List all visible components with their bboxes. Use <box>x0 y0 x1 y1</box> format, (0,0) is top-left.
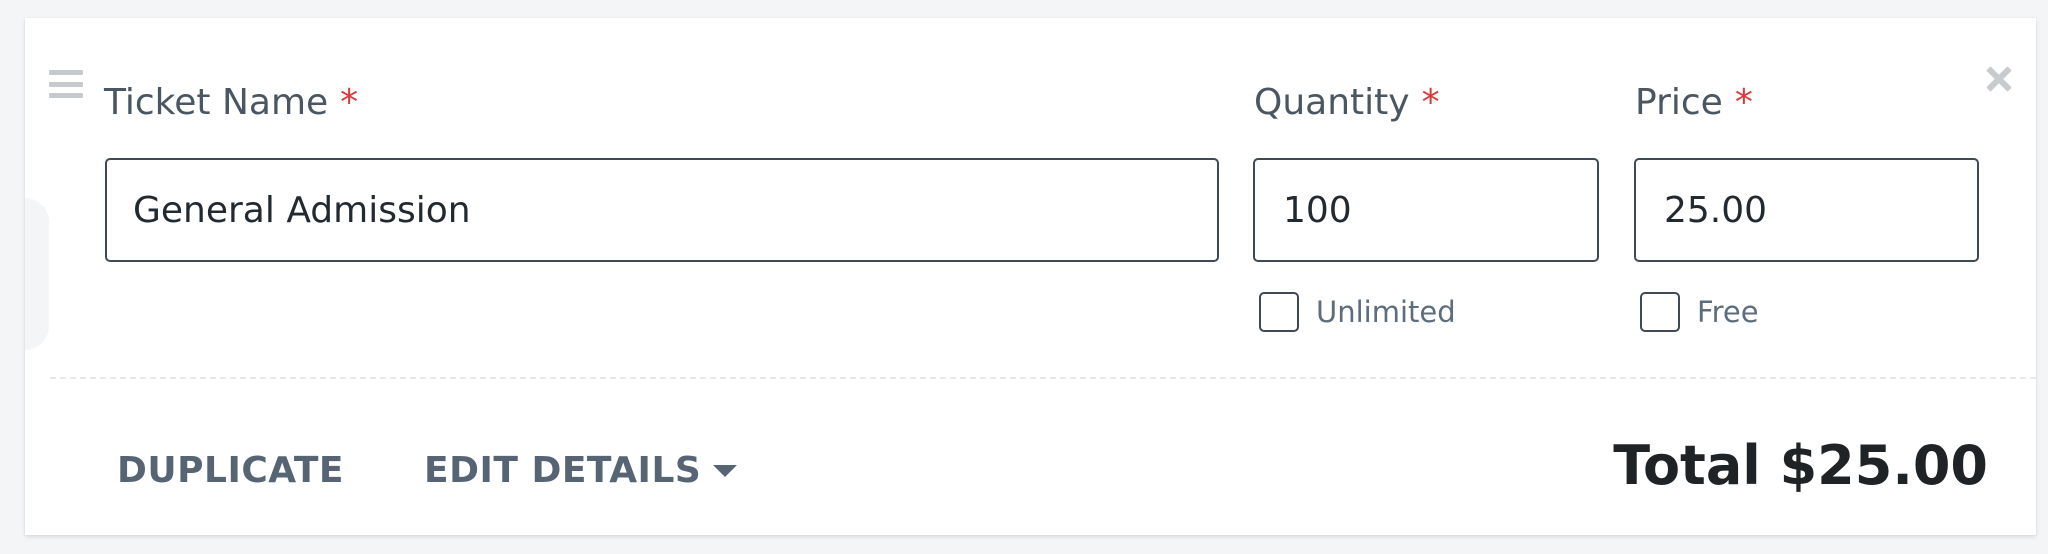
caret-down-icon <box>713 464 738 477</box>
close-icon[interactable] <box>1984 64 2014 94</box>
required-mark: * <box>1734 82 1753 123</box>
edit-details-button[interactable]: EDIT DETAILS <box>424 450 738 491</box>
section-divider <box>50 377 2036 379</box>
total-amount: Total $25.00 <box>1613 434 1988 497</box>
required-mark: * <box>340 82 359 123</box>
card-notch <box>25 198 49 350</box>
duplicate-button[interactable]: DUPLICATE <box>117 450 344 491</box>
price-value: 25.00 <box>1664 189 1768 231</box>
unlimited-checkbox[interactable] <box>1259 292 1299 332</box>
free-label[interactable]: Free <box>1697 293 1759 331</box>
price-label: Price * <box>1635 82 1753 123</box>
unlimited-label[interactable]: Unlimited <box>1316 293 1456 331</box>
drag-handle-icon[interactable] <box>49 70 83 98</box>
quantity-label-text: Quantity <box>1254 82 1410 123</box>
edit-details-label: EDIT DETAILS <box>424 450 702 491</box>
required-mark: * <box>1421 82 1440 123</box>
price-input[interactable]: 25.00 <box>1634 158 1979 262</box>
quantity-value: 100 <box>1283 189 1352 231</box>
ticket-name-label-text: Ticket Name <box>104 82 329 123</box>
ticket-name-label: Ticket Name * <box>104 82 358 123</box>
ticket-card: Ticket Name * General Admission Quantity *… <box>25 18 2036 535</box>
free-checkbox[interactable] <box>1640 292 1680 332</box>
price-label-text: Price <box>1635 82 1723 123</box>
quantity-label: Quantity * <box>1254 82 1440 123</box>
ticket-name-input[interactable]: General Admission <box>105 158 1219 262</box>
quantity-input[interactable]: 100 <box>1253 158 1599 262</box>
ticket-name-value: General Admission <box>133 189 471 231</box>
duplicate-label: DUPLICATE <box>117 450 344 491</box>
